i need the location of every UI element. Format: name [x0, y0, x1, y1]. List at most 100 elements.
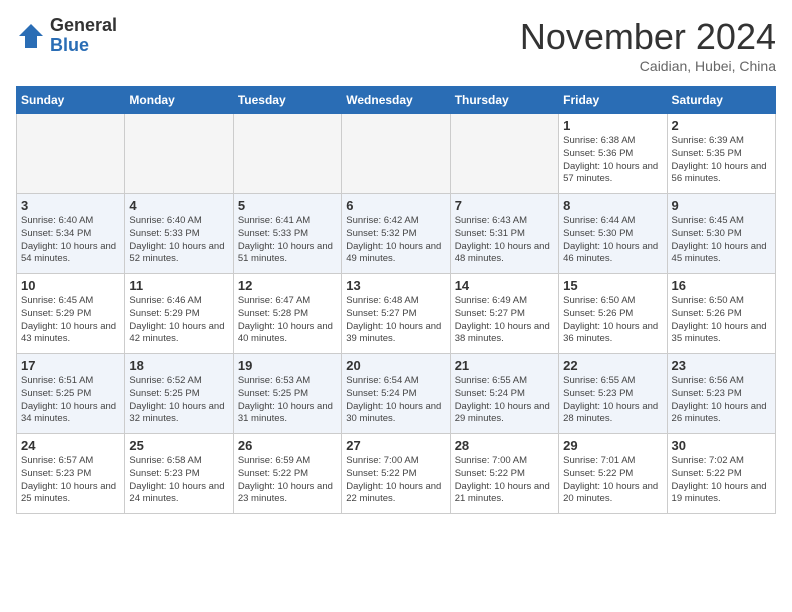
day-number: 29 [563, 438, 662, 453]
page-header: General Blue November 2024 Caidian, Hube… [16, 16, 776, 74]
day-info: Sunrise: 6:42 AM Sunset: 5:32 PM Dayligh… [346, 215, 445, 266]
day-number: 18 [129, 358, 228, 373]
calendar-day-cell: 16 Sunrise: 6:50 AM Sunset: 5:26 PM Dayli… [667, 274, 775, 354]
calendar-day-cell: 11 Sunrise: 6:46 AM Sunset: 5:29 PM Dayli… [125, 274, 233, 354]
weekday-header: Saturday [667, 87, 775, 114]
day-info: Sunrise: 6:46 AM Sunset: 5:29 PM Dayligh… [129, 295, 228, 346]
day-info: Sunrise: 6:53 AM Sunset: 5:25 PM Dayligh… [238, 375, 337, 426]
day-number: 19 [238, 358, 337, 373]
day-info: Sunrise: 6:55 AM Sunset: 5:24 PM Dayligh… [455, 375, 554, 426]
calendar-week-row: 10Sunrise: 6:45 AM Sunset: 5:29 PM Dayli… [17, 274, 776, 354]
logo-general: General [50, 16, 117, 36]
day-number: 2 [672, 118, 771, 133]
title-block: November 2024 Caidian, Hubei, China [520, 16, 776, 74]
weekday-header-row: SundayMondayTuesdayWednesdayThursdayFrid… [17, 87, 776, 114]
logo: General Blue [16, 16, 117, 56]
calendar-day-cell: 25 Sunrise: 6:58 AM Sunset: 5:23 PM Dayli… [125, 434, 233, 514]
day-info: Sunrise: 6:52 AM Sunset: 5:25 PM Dayligh… [129, 375, 228, 426]
calendar-day-cell: 20 Sunrise: 6:54 AM Sunset: 5:24 PM Dayli… [342, 354, 450, 434]
day-number: 22 [563, 358, 662, 373]
day-info: Sunrise: 6:59 AM Sunset: 5:22 PM Dayligh… [238, 455, 337, 506]
calendar-week-row: 17 Sunrise: 6:51 AM Sunset: 5:25 PM Dayli… [17, 354, 776, 434]
calendar-day-cell: 12Sunrise: 6:47 AM Sunset: 5:28 PM Dayli… [233, 274, 341, 354]
day-number: 30 [672, 438, 771, 453]
location: Caidian, Hubei, China [520, 58, 776, 74]
calendar-day-cell [450, 114, 558, 194]
weekday-header: Monday [125, 87, 233, 114]
day-info: Sunrise: 6:50 AM Sunset: 5:26 PM Dayligh… [563, 295, 662, 346]
day-number: 17 [21, 358, 120, 373]
calendar-day-cell: 2 Sunrise: 6:39 AM Sunset: 5:35 PM Daylig… [667, 114, 775, 194]
calendar-day-cell: 8Sunrise: 6:44 AM Sunset: 5:30 PM Daylig… [559, 194, 667, 274]
calendar-day-cell: 9 Sunrise: 6:45 AM Sunset: 5:30 PM Daylig… [667, 194, 775, 274]
calendar-table: SundayMondayTuesdayWednesdayThursdayFrid… [16, 86, 776, 514]
weekday-header: Thursday [450, 87, 558, 114]
logo-text: General Blue [50, 16, 117, 56]
calendar-week-row: 3 Sunrise: 6:40 AM Sunset: 5:34 PM Daylig… [17, 194, 776, 274]
day-number: 21 [455, 358, 554, 373]
calendar-day-cell [342, 114, 450, 194]
day-number: 5 [238, 198, 337, 213]
day-info: Sunrise: 6:54 AM Sunset: 5:24 PM Dayligh… [346, 375, 445, 426]
day-number: 1 [563, 118, 662, 133]
calendar-day-cell: 22Sunrise: 6:55 AM Sunset: 5:23 PM Dayli… [559, 354, 667, 434]
day-info: Sunrise: 7:00 AM Sunset: 5:22 PM Dayligh… [455, 455, 554, 506]
day-info: Sunrise: 6:48 AM Sunset: 5:27 PM Dayligh… [346, 295, 445, 346]
weekday-header: Wednesday [342, 87, 450, 114]
day-info: Sunrise: 6:45 AM Sunset: 5:30 PM Dayligh… [672, 215, 771, 266]
calendar-day-cell: 29Sunrise: 7:01 AM Sunset: 5:22 PM Dayli… [559, 434, 667, 514]
day-info: Sunrise: 6:38 AM Sunset: 5:36 PM Dayligh… [563, 135, 662, 186]
day-info: Sunrise: 6:51 AM Sunset: 5:25 PM Dayligh… [21, 375, 120, 426]
day-number: 23 [672, 358, 771, 373]
calendar-day-cell: 24 Sunrise: 6:57 AM Sunset: 5:23 PM Dayli… [17, 434, 125, 514]
calendar-day-cell: 4Sunrise: 6:40 AM Sunset: 5:33 PM Daylig… [125, 194, 233, 274]
day-number: 3 [21, 198, 120, 213]
day-number: 11 [129, 278, 228, 293]
month-title: November 2024 [520, 16, 776, 58]
calendar-day-cell: 3 Sunrise: 6:40 AM Sunset: 5:34 PM Daylig… [17, 194, 125, 274]
day-info: Sunrise: 6:56 AM Sunset: 5:23 PM Dayligh… [672, 375, 771, 426]
day-number: 12 [238, 278, 337, 293]
day-number: 25 [129, 438, 228, 453]
day-number: 13 [346, 278, 445, 293]
day-number: 28 [455, 438, 554, 453]
day-number: 16 [672, 278, 771, 293]
day-number: 20 [346, 358, 445, 373]
day-info: Sunrise: 6:40 AM Sunset: 5:34 PM Dayligh… [21, 215, 120, 266]
calendar-day-cell: 27Sunrise: 7:00 AM Sunset: 5:22 PM Dayli… [342, 434, 450, 514]
calendar-day-cell: 13 Sunrise: 6:48 AM Sunset: 5:27 PM Dayli… [342, 274, 450, 354]
day-info: Sunrise: 6:39 AM Sunset: 5:35 PM Dayligh… [672, 135, 771, 186]
day-info: Sunrise: 6:45 AM Sunset: 5:29 PM Dayligh… [21, 295, 120, 346]
calendar-day-cell: 10Sunrise: 6:45 AM Sunset: 5:29 PM Dayli… [17, 274, 125, 354]
weekday-header: Sunday [17, 87, 125, 114]
day-number: 14 [455, 278, 554, 293]
day-number: 4 [129, 198, 228, 213]
day-info: Sunrise: 6:49 AM Sunset: 5:27 PM Dayligh… [455, 295, 554, 346]
day-info: Sunrise: 7:02 AM Sunset: 5:22 PM Dayligh… [672, 455, 771, 506]
calendar-day-cell: 5Sunrise: 6:41 AM Sunset: 5:33 PM Daylig… [233, 194, 341, 274]
calendar-day-cell: 30 Sunrise: 7:02 AM Sunset: 5:22 PM Dayli… [667, 434, 775, 514]
day-number: 24 [21, 438, 120, 453]
calendar-day-cell: 14 Sunrise: 6:49 AM Sunset: 5:27 PM Dayli… [450, 274, 558, 354]
day-number: 15 [563, 278, 662, 293]
day-info: Sunrise: 6:43 AM Sunset: 5:31 PM Dayligh… [455, 215, 554, 266]
calendar-day-cell: 7Sunrise: 6:43 AM Sunset: 5:31 PM Daylig… [450, 194, 558, 274]
calendar-day-cell: 19 Sunrise: 6:53 AM Sunset: 5:25 PM Dayli… [233, 354, 341, 434]
day-info: Sunrise: 6:58 AM Sunset: 5:23 PM Dayligh… [129, 455, 228, 506]
day-number: 26 [238, 438, 337, 453]
calendar-day-cell: 15 Sunrise: 6:50 AM Sunset: 5:26 PM Dayli… [559, 274, 667, 354]
day-number: 9 [672, 198, 771, 213]
logo-blue: Blue [50, 36, 117, 56]
day-info: Sunrise: 6:57 AM Sunset: 5:23 PM Dayligh… [21, 455, 120, 506]
calendar-day-cell [233, 114, 341, 194]
calendar-day-cell: 17 Sunrise: 6:51 AM Sunset: 5:25 PM Dayli… [17, 354, 125, 434]
day-info: Sunrise: 6:50 AM Sunset: 5:26 PM Dayligh… [672, 295, 771, 346]
calendar-day-cell [17, 114, 125, 194]
calendar-day-cell: 18 Sunrise: 6:52 AM Sunset: 5:25 PM Dayli… [125, 354, 233, 434]
calendar-week-row: 24 Sunrise: 6:57 AM Sunset: 5:23 PM Dayli… [17, 434, 776, 514]
logo-icon [16, 21, 46, 51]
day-number: 27 [346, 438, 445, 453]
calendar-day-cell: 21 Sunrise: 6:55 AM Sunset: 5:24 PM Dayli… [450, 354, 558, 434]
calendar-day-cell: 23 Sunrise: 6:56 AM Sunset: 5:23 PM Dayli… [667, 354, 775, 434]
weekday-header: Friday [559, 87, 667, 114]
